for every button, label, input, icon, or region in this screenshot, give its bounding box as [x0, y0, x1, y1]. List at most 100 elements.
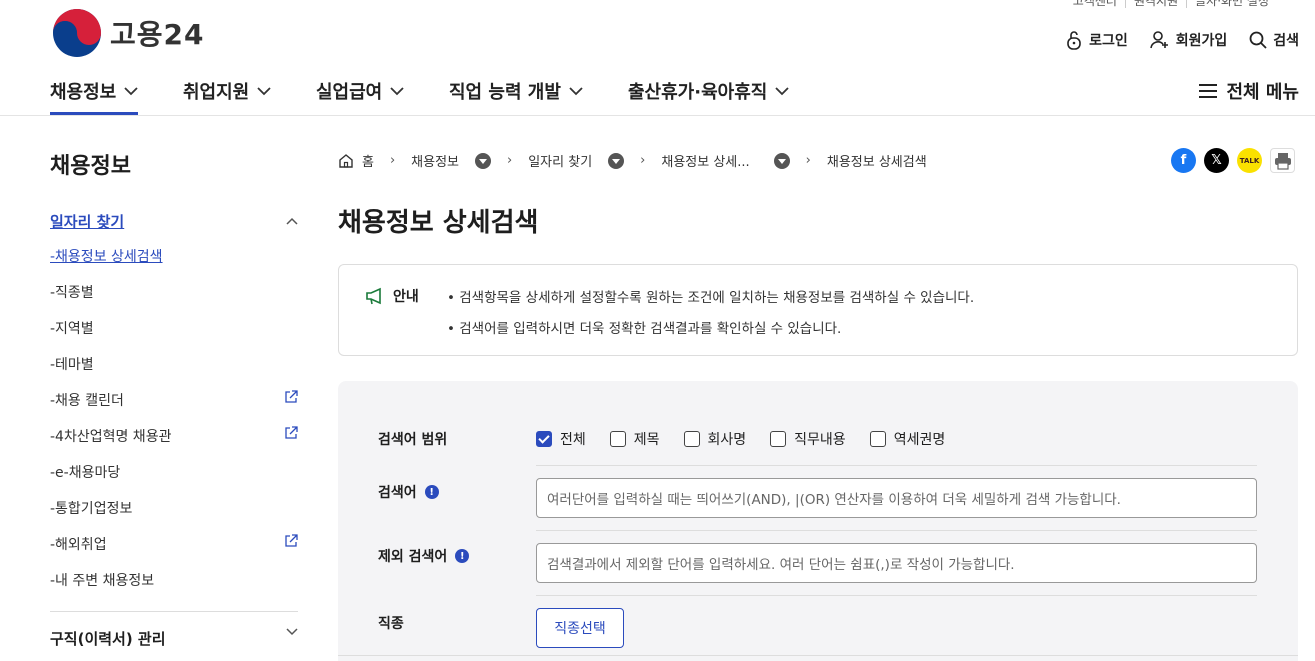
sidebar-group-job-search: 일자리 찾기 -채용정보 상세검색 -직종별 -지역별 -테마별 -채용 캘린더…	[50, 210, 298, 606]
remote-support-link[interactable]: 원격지원	[1124, 0, 1186, 8]
keyword-label-text: 검색어	[378, 485, 417, 501]
sidebar-item-label: -통합기업정보	[50, 501, 133, 517]
sidebar-item-detail-search[interactable]: -채용정보 상세검색	[50, 246, 298, 282]
checkbox[interactable]	[869, 431, 886, 447]
chevron-right-icon: ›	[640, 153, 646, 168]
signup-label: 회원가입	[1175, 33, 1228, 49]
sidebar-item-4th-industry[interactable]: -4차산업혁명 채용관	[50, 426, 298, 462]
nav-item-job-skills[interactable]: 직업 능력 개발	[449, 78, 583, 104]
chevron-right-icon: ›	[389, 153, 396, 168]
option-label: 직무내용	[794, 432, 846, 448]
nav-label: 직업 능력 개발	[449, 82, 561, 103]
sidebar-group-resume[interactable]: 구직(이력서) 관리	[50, 628, 298, 649]
breadcrumb-current: 채용정보 상세검색	[827, 151, 927, 170]
sidebar-item-by-region[interactable]: -지역별	[50, 318, 298, 354]
page-title: 채용정보 상세검색	[338, 208, 539, 238]
sidebar-item-label: -채용 캘린더	[50, 393, 124, 409]
job-label: 직종	[378, 613, 404, 633]
scope-option-duty[interactable]: 직무내용	[770, 429, 846, 449]
chevron-down-icon	[124, 87, 138, 96]
facebook-share-button[interactable]: f	[1171, 148, 1196, 173]
option-label: 회사명	[707, 432, 747, 448]
search-label: 검색	[1273, 33, 1299, 49]
x-share-button[interactable]: 𝕏	[1204, 148, 1229, 173]
keyword-input[interactable]: 여러단어를 입력하실 때는 띄어쓰기(AND), |(OR) 연산자를 이용하여…	[536, 478, 1257, 518]
dropdown-icon[interactable]	[773, 152, 790, 169]
sidebar-item-e-recruit[interactable]: -e-채용마당	[50, 462, 298, 498]
scope-options: 전체 제목 회사명 직무내용 역세권명	[536, 429, 945, 449]
kakao-icon: TALK	[1239, 156, 1260, 165]
exclude-keyword-input[interactable]: 검색결과에서 제외할 단어를 입력하세요. 여러 단어는 쉼표(,)로 작성이 …	[536, 543, 1257, 583]
dropdown-icon[interactable]	[608, 152, 625, 169]
breadcrumb-recruit[interactable]: 채용정보	[411, 151, 492, 170]
sidebar-item-overseas[interactable]: -해외취업	[50, 534, 298, 570]
main-nav: 채용정보 취업지원 실업급여 직업 능력 개발 출산휴가·육아휴직 전체 메뉴	[0, 70, 1315, 116]
sidebar-item-nearby[interactable]: -내 주변 채용정보	[50, 570, 298, 606]
sidebar-item-label: -채용정보 상세검색	[50, 249, 163, 265]
checkbox[interactable]	[683, 431, 700, 447]
breadcrumb-label: 채용정보	[411, 155, 460, 170]
chevron-up-icon	[286, 217, 298, 225]
scope-option-company[interactable]: 회사명	[683, 429, 747, 449]
print-button[interactable]	[1270, 148, 1295, 173]
breadcrumb-label: 홈	[362, 155, 374, 170]
notice-line: • 검색어를 입력하시면 더욱 정확한 검색결과를 확인하실 수 있습니다.	[447, 321, 842, 337]
search-icon	[1249, 31, 1267, 49]
scope-option-all[interactable]: 전체	[536, 429, 586, 449]
row-divider	[536, 530, 1257, 531]
sidebar-item-calendar[interactable]: -채용 캘린더	[50, 390, 298, 426]
nav-label: 취업지원	[183, 82, 250, 103]
scope-option-title[interactable]: 제목	[609, 429, 660, 449]
nav-label: 출산휴가·육아휴직	[628, 82, 768, 103]
sidebar-title: 채용정보	[50, 154, 131, 179]
facebook-icon: f	[1180, 153, 1187, 168]
info-icon[interactable]: !	[455, 549, 470, 563]
logo-text: 고용24	[110, 18, 205, 51]
chevron-down-icon	[775, 87, 789, 96]
kakao-share-button[interactable]: TALK	[1237, 148, 1262, 173]
login-button[interactable]: 로그인	[1065, 30, 1128, 50]
breadcrumb-label: 채용정보 상세검색	[826, 155, 927, 170]
search-button[interactable]: 검색	[1249, 30, 1299, 50]
exclude-label-text: 제외 검색어	[378, 549, 448, 565]
checkbox-checked[interactable]	[536, 431, 552, 447]
display-settings-link[interactable]: 글자·화면 설정	[1186, 0, 1277, 8]
checkbox[interactable]	[609, 431, 626, 447]
sidebar-item-by-job[interactable]: -직종별	[50, 282, 298, 318]
site-logo[interactable]: 고용24	[52, 8, 205, 58]
nav-item-recruit[interactable]: 채용정보	[50, 78, 139, 115]
breadcrumb-label: 일자리 찾기	[528, 155, 593, 170]
sidebar-item-label: -e-채용마당	[50, 465, 121, 481]
job-label-text: 직종	[378, 616, 404, 632]
row-divider	[536, 595, 1257, 596]
customer-center-link[interactable]: 고객센터	[1065, 0, 1125, 8]
sidebar-item-company-info[interactable]: -통합기업정보	[50, 498, 298, 534]
nav-item-employment-support[interactable]: 취업지원	[183, 78, 271, 104]
scope-option-station[interactable]: 역세권명	[869, 429, 946, 449]
hamburger-icon	[1199, 84, 1218, 98]
chevron-down-icon	[569, 87, 583, 96]
breadcrumb-home[interactable]: 홈	[338, 151, 374, 170]
add-user-icon	[1149, 31, 1168, 49]
external-link-icon	[285, 390, 298, 403]
notice-line: • 검색항목을 상세하게 설정할수록 원하는 조건에 일치하는 채용정보를 검색…	[447, 290, 975, 306]
nav-item-parental-leave[interactable]: 출산휴가·육아휴직	[628, 78, 789, 104]
signup-button[interactable]: 회원가입	[1149, 30, 1228, 50]
external-link-icon	[285, 534, 298, 547]
breadcrumb-detail[interactable]: 채용정보 상세...	[661, 151, 790, 170]
taegeuk-logo-icon	[53, 9, 101, 57]
breadcrumb-job-search[interactable]: 일자리 찾기	[528, 151, 625, 170]
sidebar-group-header[interactable]: 일자리 찾기	[50, 210, 298, 232]
sidebar-item-label: -내 주변 채용정보	[50, 573, 155, 589]
sidebar-divider	[50, 611, 298, 612]
option-label: 역세권명	[893, 432, 946, 448]
checkbox[interactable]	[770, 431, 787, 447]
chevron-right-icon: ›	[507, 153, 513, 168]
nav-item-unemployment-benefit[interactable]: 실업급여	[316, 78, 404, 104]
sidebar-item-by-theme[interactable]: -테마별	[50, 354, 298, 390]
dropdown-icon[interactable]	[475, 152, 492, 169]
option-label: 제목	[633, 432, 660, 448]
job-select-button[interactable]: 직종선택	[536, 608, 624, 648]
all-menu-button[interactable]: 전체 메뉴	[1198, 78, 1299, 104]
info-icon[interactable]: !	[424, 485, 439, 499]
